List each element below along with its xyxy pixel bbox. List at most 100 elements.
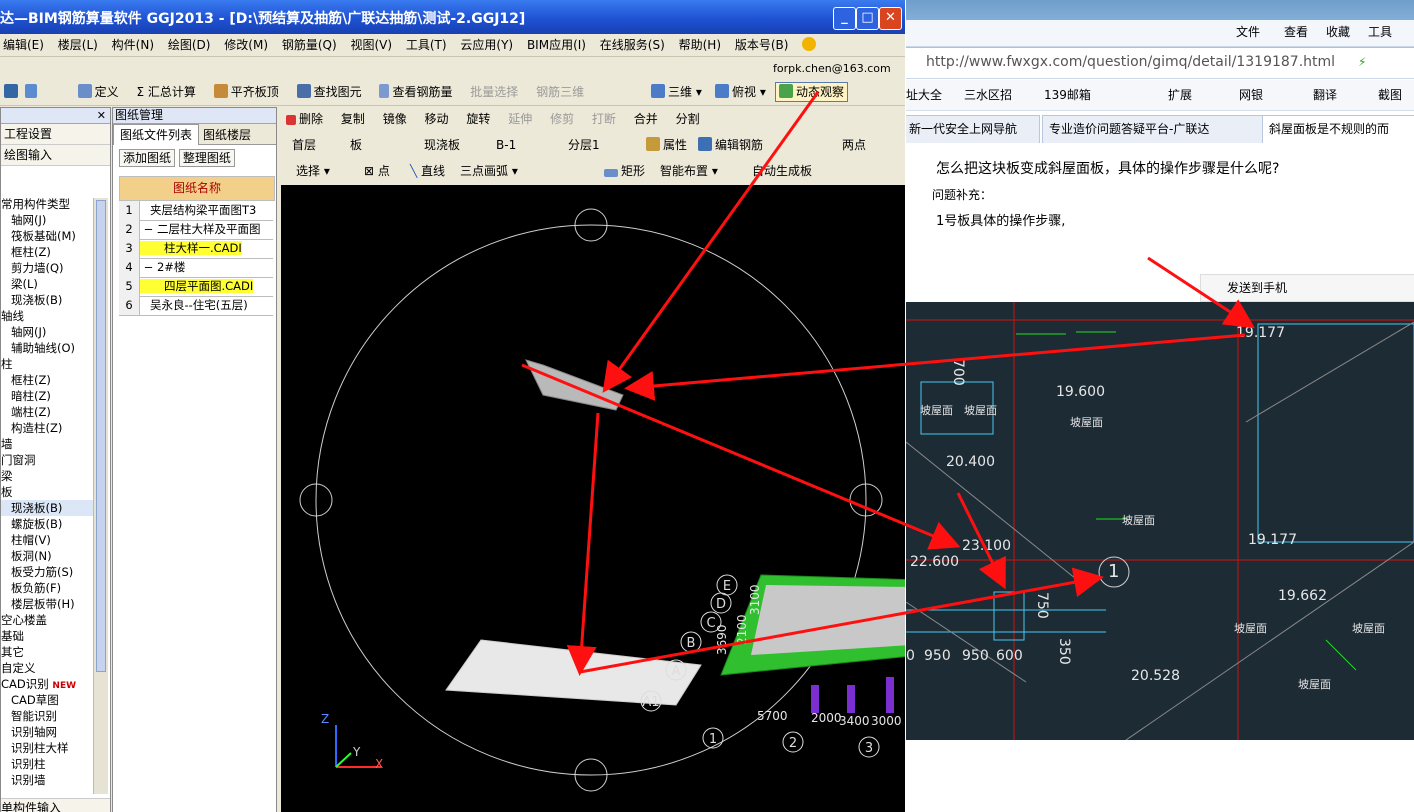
3d-viewport[interactable]: E D C B A A1 1 2 3 3690 2100 3100 5700 2000 3400 3000 Z…: [281, 185, 905, 812]
tree-item[interactable]: CAD草图: [1, 692, 93, 708]
rebar-3d-button[interactable]: 钢筋三维: [532, 80, 588, 105]
drawing-row[interactable]: 1 夹层结构梁平面图T3: [119, 201, 273, 221]
tree-item[interactable]: 板负筋(F): [1, 580, 93, 596]
lightning-icon[interactable]: ⚡: [1358, 55, 1366, 69]
minimize-button[interactable]: _: [833, 7, 856, 30]
top-view-dropdown[interactable]: 俯视 ▾: [715, 83, 766, 101]
bookmark-item[interactable]: 址大全: [906, 80, 942, 110]
category-select[interactable]: 板: [350, 134, 362, 156]
tree-item[interactable]: 板受力筋(S): [1, 564, 93, 580]
drawing-row[interactable]: 2 − 二层柱大样及平面图: [119, 220, 273, 240]
tree-item[interactable]: 筏板基础(M): [1, 228, 93, 244]
menu-view[interactable]: 视图(V): [350, 34, 392, 56]
browser-tab[interactable]: 新一代安全上网导航: [906, 115, 1040, 143]
menu-rebar[interactable]: 钢筋量(Q): [282, 34, 337, 56]
tree-item[interactable]: 梁: [1, 468, 93, 484]
browser-tab[interactable]: 专业造价问题答疑平台-广联达: [1042, 115, 1264, 143]
menu-version[interactable]: 版本号(B): [735, 34, 789, 56]
copy-button[interactable]: 复制: [337, 108, 369, 130]
menu-help[interactable]: 帮助(H): [679, 34, 721, 56]
close-icon[interactable]: ✕: [97, 108, 106, 123]
split-button[interactable]: 分割: [672, 108, 704, 130]
dynamic-view-button[interactable]: 动态观察: [775, 82, 849, 102]
url-field[interactable]: http://www.fwxgx.com/question/gimq/detai…: [926, 54, 1335, 70]
break-button[interactable]: 打断: [588, 108, 620, 130]
app-title-bar[interactable]: 达—BIM钢筋算量软件 GGJ2013 - [D:\预结算及抽筋\广联达抽筋\测…: [0, 0, 905, 34]
rect-button[interactable]: 矩形: [604, 160, 645, 182]
menu-tools[interactable]: 工具(T): [406, 34, 447, 56]
tree-item[interactable]: 梁(L): [1, 276, 93, 292]
tree-item[interactable]: 识别墙: [1, 772, 93, 788]
drawing-row[interactable]: 5 四层平面图.CADI: [119, 277, 273, 297]
tree-item[interactable]: 轴线: [1, 308, 93, 324]
tree-item[interactable]: 轴网(J): [1, 212, 93, 228]
bookmark-item[interactable]: 翻译: [1313, 80, 1337, 110]
tree-item[interactable]: 板: [1, 484, 93, 500]
account-email[interactable]: forpk.chen@163.com: [773, 57, 891, 80]
menu-floor[interactable]: 楼层(L): [58, 34, 98, 56]
two-points-button[interactable]: 两点: [842, 134, 866, 156]
find-button[interactable]: 查找图元: [293, 80, 366, 105]
tree-item[interactable]: 柱: [1, 356, 93, 372]
browser-menu-favorites[interactable]: 收藏: [1326, 23, 1350, 40]
tree-item[interactable]: 暗柱(Z): [1, 388, 93, 404]
line-button[interactable]: ╲ 直线: [410, 160, 445, 182]
tree-item[interactable]: 板洞(N): [1, 548, 93, 564]
sloped-slab[interactable]: [525, 359, 624, 411]
smart-layout-button[interactable]: 智能布置 ▾: [660, 160, 718, 182]
type-select[interactable]: 现浇板: [424, 134, 460, 156]
point-button[interactable]: ⊠ 点: [364, 160, 390, 182]
collapse-toggle-icon[interactable]: −: [140, 260, 157, 274]
tree-item-selected[interactable]: 现浇板(B): [1, 500, 93, 516]
floor-select[interactable]: 首层: [292, 134, 316, 156]
tree-item[interactable]: 常用构件类型: [1, 196, 93, 212]
undo-icon[interactable]: [24, 84, 37, 98]
move-button[interactable]: 移动: [421, 108, 453, 130]
tree-item[interactable]: 轴网(J): [1, 324, 93, 340]
browser-tab-active[interactable]: 斜屋面板是不规则的而: [1262, 115, 1414, 143]
tree-item[interactable]: 空心楼盖: [1, 612, 93, 628]
tree-item[interactable]: 辅助轴线(O): [1, 340, 93, 356]
tree-item[interactable]: 螺旋板(B): [1, 516, 93, 532]
edit-rebar-button[interactable]: 编辑钢筋: [698, 134, 763, 156]
view-rebar-button[interactable]: 查看钢筋量: [375, 80, 456, 105]
tree-item[interactable]: 自定义: [1, 660, 93, 676]
menu-edit[interactable]: 编辑(E): [3, 34, 44, 56]
browser-menu-file[interactable]: 文件: [1236, 23, 1260, 40]
tree-item[interactable]: 门窗洞: [1, 452, 93, 468]
tree-item[interactable]: 墙: [1, 436, 93, 452]
tree-item-cad[interactable]: CAD识别 NEW: [1, 676, 93, 692]
bookmark-item[interactable]: 截图: [1378, 80, 1402, 110]
drawing-row[interactable]: 6 吴永良--住宅(五层): [119, 296, 273, 316]
layer-select[interactable]: 分层1: [568, 134, 600, 156]
browser-menu-view[interactable]: 查看: [1284, 23, 1308, 40]
menu-online[interactable]: 在线服务(S): [600, 34, 665, 56]
tab-drawing-floors[interactable]: 图纸楼层: [199, 125, 255, 145]
mirror-button[interactable]: 镜像: [379, 108, 411, 130]
tree-item[interactable]: 识别柱大样: [1, 740, 93, 756]
tree-item[interactable]: 智能识别: [1, 708, 93, 724]
tree-item[interactable]: 端柱(Z): [1, 404, 93, 420]
cad-drawing-plane[interactable]: [445, 639, 702, 706]
bookmark-item[interactable]: 三水区招: [964, 80, 1012, 110]
properties-button[interactable]: 属性: [646, 134, 687, 156]
auto-board-button[interactable]: 自动生成板: [752, 160, 812, 182]
organize-drawing-button[interactable]: 整理图纸: [178, 149, 235, 167]
tree-item[interactable]: 基础: [1, 628, 93, 644]
drawing-row[interactable]: 3 柱大样一.CADI: [119, 239, 273, 259]
item-select[interactable]: B-1: [496, 134, 516, 156]
maximize-button[interactable]: □: [856, 7, 879, 30]
menu-modify[interactable]: 修改(M): [224, 34, 268, 56]
project-settings-tab[interactable]: 工程设置: [1, 124, 110, 145]
three-d-dropdown[interactable]: 三维 ▾: [651, 83, 702, 101]
tree-item[interactable]: 现浇板(B): [1, 292, 93, 308]
tree-item[interactable]: 识别柱: [1, 756, 93, 772]
menu-component[interactable]: 构件(N): [112, 34, 154, 56]
collapse-toggle-icon[interactable]: −: [140, 222, 157, 236]
menu-bim[interactable]: BIM应用(I): [527, 34, 586, 56]
flatboard-button[interactable]: 平齐板顶: [210, 80, 283, 105]
tree-item[interactable]: 柱帽(V): [1, 532, 93, 548]
nav-scroll-thumb[interactable]: [96, 200, 106, 672]
tree-item[interactable]: 框柱(Z): [1, 244, 93, 260]
extend-button[interactable]: 延伸: [504, 108, 536, 130]
